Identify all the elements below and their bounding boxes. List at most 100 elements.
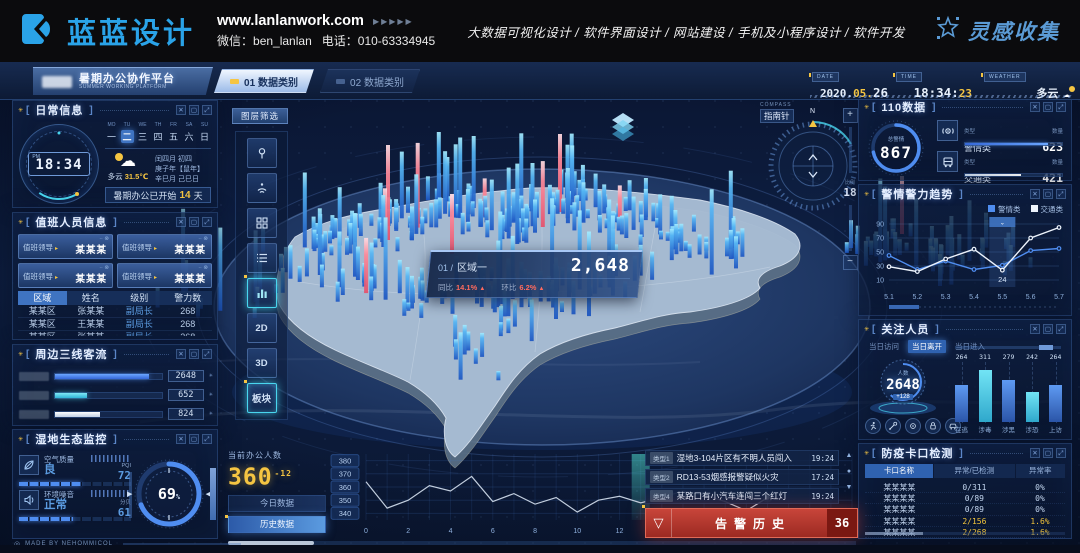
window-icon[interactable]: ▢ [1043, 189, 1053, 199]
duty-table-row[interactable]: 某某区张某某副局长268 [18, 305, 212, 318]
duty-table-row[interactable]: 某某区王某某副局长268 [18, 318, 212, 331]
alert-row[interactable]: 类型4某路口有小汽车连闯三个红灯19:24 [645, 488, 839, 504]
expand-icon[interactable]: ⤢ [202, 349, 212, 359]
zoom-in-button[interactable]: + [843, 108, 858, 123]
checkpoint-header[interactable]: 卡口名称 [865, 464, 933, 478]
history-data-button[interactable]: 历史数据 [228, 516, 326, 533]
close-icon[interactable]: ✕ [1030, 448, 1040, 458]
tab-data-category-2[interactable]: 02 数据类别 [320, 69, 420, 93]
scrollbar-track[interactable] [865, 532, 1065, 535]
slider-handle[interactable] [210, 468, 216, 520]
close-icon[interactable]: ✕ [1030, 102, 1040, 112]
site-url[interactable]: www.lanlanwork.com [217, 13, 364, 29]
tool-icon[interactable] [885, 418, 901, 434]
expand-icon[interactable]: ⤢ [1056, 189, 1066, 199]
layer-button-板块[interactable]: 板块 [247, 383, 277, 413]
checkpoint-header[interactable]: 异常率 [1016, 464, 1066, 478]
focus-bar[interactable]: 311涉毒 [975, 353, 996, 434]
focus-bar-chart[interactable]: 264在逃311涉毒279涉黑242涉恐264上访 [951, 353, 1066, 434]
layer-pin-icon[interactable] [247, 138, 277, 168]
map-tooltip[interactable]: 01 /区域一2,648 同比14.1% ▲ 环比6.2% ▲ [425, 250, 642, 298]
focus-bar[interactable]: 279涉黑 [998, 353, 1019, 434]
expand-icon[interactable]: ⤢ [202, 217, 212, 227]
lanlan-logo[interactable]: 蓝蓝设计 [20, 10, 195, 53]
window-icon[interactable]: ▢ [1043, 102, 1053, 112]
flow-row[interactable]: 2648✳ [19, 369, 213, 383]
alert-row[interactable]: 类型2RD13-53烟感报警疑似火灾17:24 [645, 469, 839, 485]
checkpoint-row[interactable]: 某某某某0/3110% [865, 482, 1065, 493]
scrollbar-thumb[interactable] [865, 532, 923, 535]
close-icon[interactable]: ✕ [176, 434, 186, 444]
weekday-cell[interactable]: FR五 [167, 122, 180, 143]
legend-item[interactable]: 交通类 [1031, 204, 1064, 215]
duty-table-row[interactable]: 某某区张某某副局长268 [18, 331, 212, 336]
window-icon[interactable]: ▢ [1043, 324, 1053, 334]
alarm-history-bar[interactable]: ▽ 告警历史 36 [645, 508, 858, 538]
close-icon[interactable]: ✕ [1030, 324, 1040, 334]
layer-grid-icon[interactable] [247, 208, 277, 238]
inspiration-collect[interactable]: 灵感收集 [935, 15, 1060, 47]
chart-slider[interactable] [955, 346, 1061, 349]
target-icon[interactable] [905, 418, 921, 434]
expand-icon[interactable]: ⤢ [202, 434, 212, 444]
expand-icon[interactable]: ⤢ [1056, 102, 1066, 112]
close-icon[interactable]: ✕ [176, 349, 186, 359]
zoom-track[interactable] [849, 127, 852, 173]
weekday-cell[interactable]: MO一 [105, 122, 118, 143]
tab-data-category-1[interactable]: 01 数据类别 [214, 69, 314, 93]
alert-scroll-arrow[interactable]: ▼ [843, 484, 855, 491]
close-icon[interactable]: ✕ [176, 217, 186, 227]
layer-signal-icon[interactable] [247, 173, 277, 203]
flow-row[interactable]: 824✳ [19, 407, 213, 421]
run-icon[interactable] [865, 418, 881, 434]
checkpoint-row[interactable]: 某某某某0/890% [865, 504, 1065, 515]
expand-icon[interactable]: ⤢ [1056, 324, 1066, 334]
weekday-cell[interactable]: SA六 [183, 122, 196, 143]
duty-leader-card[interactable]: 值班领导▸·· ⊗某某某 [18, 263, 113, 288]
panel-title: 警情警力趋势 [878, 186, 956, 202]
window-icon[interactable]: ▢ [1043, 448, 1053, 458]
svg-text:5.7: 5.7 [1054, 294, 1064, 301]
layer-list-icon[interactable] [247, 243, 277, 273]
duty-leader-card[interactable]: 值班领导▸·· ⊗某某某 [117, 263, 212, 288]
window-icon[interactable]: ▢ [189, 434, 199, 444]
trend-chart[interactable]: 9070503010⌄5.15.25.35.45.55.65.724 [865, 209, 1065, 318]
layer-bars-icon[interactable] [247, 278, 277, 308]
flow-row[interactable]: 652✳ [19, 388, 213, 402]
lock-icon[interactable] [925, 418, 941, 434]
expand-icon[interactable]: ⤢ [202, 105, 212, 115]
alert-scroll-arrow[interactable]: ● [843, 468, 855, 475]
gauge-left-arrow[interactable]: ▶ [127, 490, 132, 498]
duty-leader-card[interactable]: 值班领导▸·· ⊗某某某 [18, 234, 113, 259]
today-data-button[interactable]: 今日数据 [228, 495, 326, 512]
weekday-cell[interactable]: WE三 [136, 122, 149, 143]
legend-item[interactable]: 警情类 [988, 204, 1021, 215]
panel-police-trend: ✳[警情警力趋势]✕▢⤢ 警情类交通类 9070503010⌄5.15.25.3… [858, 184, 1072, 316]
checkpoint-header[interactable]: 异常/已检测 [934, 464, 1014, 478]
police-type-item[interactable]: 类型交通类 数量421 [937, 151, 1063, 177]
window-icon[interactable]: ▢ [189, 105, 199, 115]
weekday-cell[interactable]: SU日 [198, 122, 211, 143]
focus-bar[interactable]: 242涉恐 [1022, 353, 1043, 434]
zoom-track[interactable] [849, 205, 852, 251]
close-icon[interactable]: ✕ [1030, 189, 1040, 199]
checkpoint-row[interactable]: 某某某某2/1561.6% [865, 516, 1065, 527]
close-icon[interactable]: ✕ [176, 105, 186, 115]
police-type-item[interactable]: 类型警情类 数量623 [937, 120, 1063, 146]
weekday-cell[interactable]: TU二 [121, 122, 134, 143]
svg-text:70: 70 [876, 236, 884, 243]
duty-leader-card[interactable]: 值班领导▸·· ⊗某某某 [117, 234, 212, 259]
focus-bar[interactable]: 264在逃 [951, 353, 972, 434]
zoom-out-button[interactable]: − [843, 255, 858, 270]
focus-bar[interactable]: 264上访 [1045, 353, 1066, 434]
checkpoint-row[interactable]: 某某某某0/890% [865, 493, 1065, 504]
window-icon[interactable]: ▢ [189, 217, 199, 227]
alert-scroll-arrow[interactable]: ▲ [843, 452, 855, 459]
layer-button-2D[interactable]: 2D [247, 313, 277, 343]
alert-row[interactable]: 类型1湿地3-104片区有不明人员闯入19:24 [645, 450, 839, 466]
window-icon[interactable]: ▢ [189, 349, 199, 359]
layer-button-3D[interactable]: 3D [247, 348, 277, 378]
duty-table-header[interactable]: 区域姓名级别警力数 [18, 291, 212, 305]
weekday-cell[interactable]: TH四 [152, 122, 165, 143]
expand-icon[interactable]: ⤢ [1056, 448, 1066, 458]
